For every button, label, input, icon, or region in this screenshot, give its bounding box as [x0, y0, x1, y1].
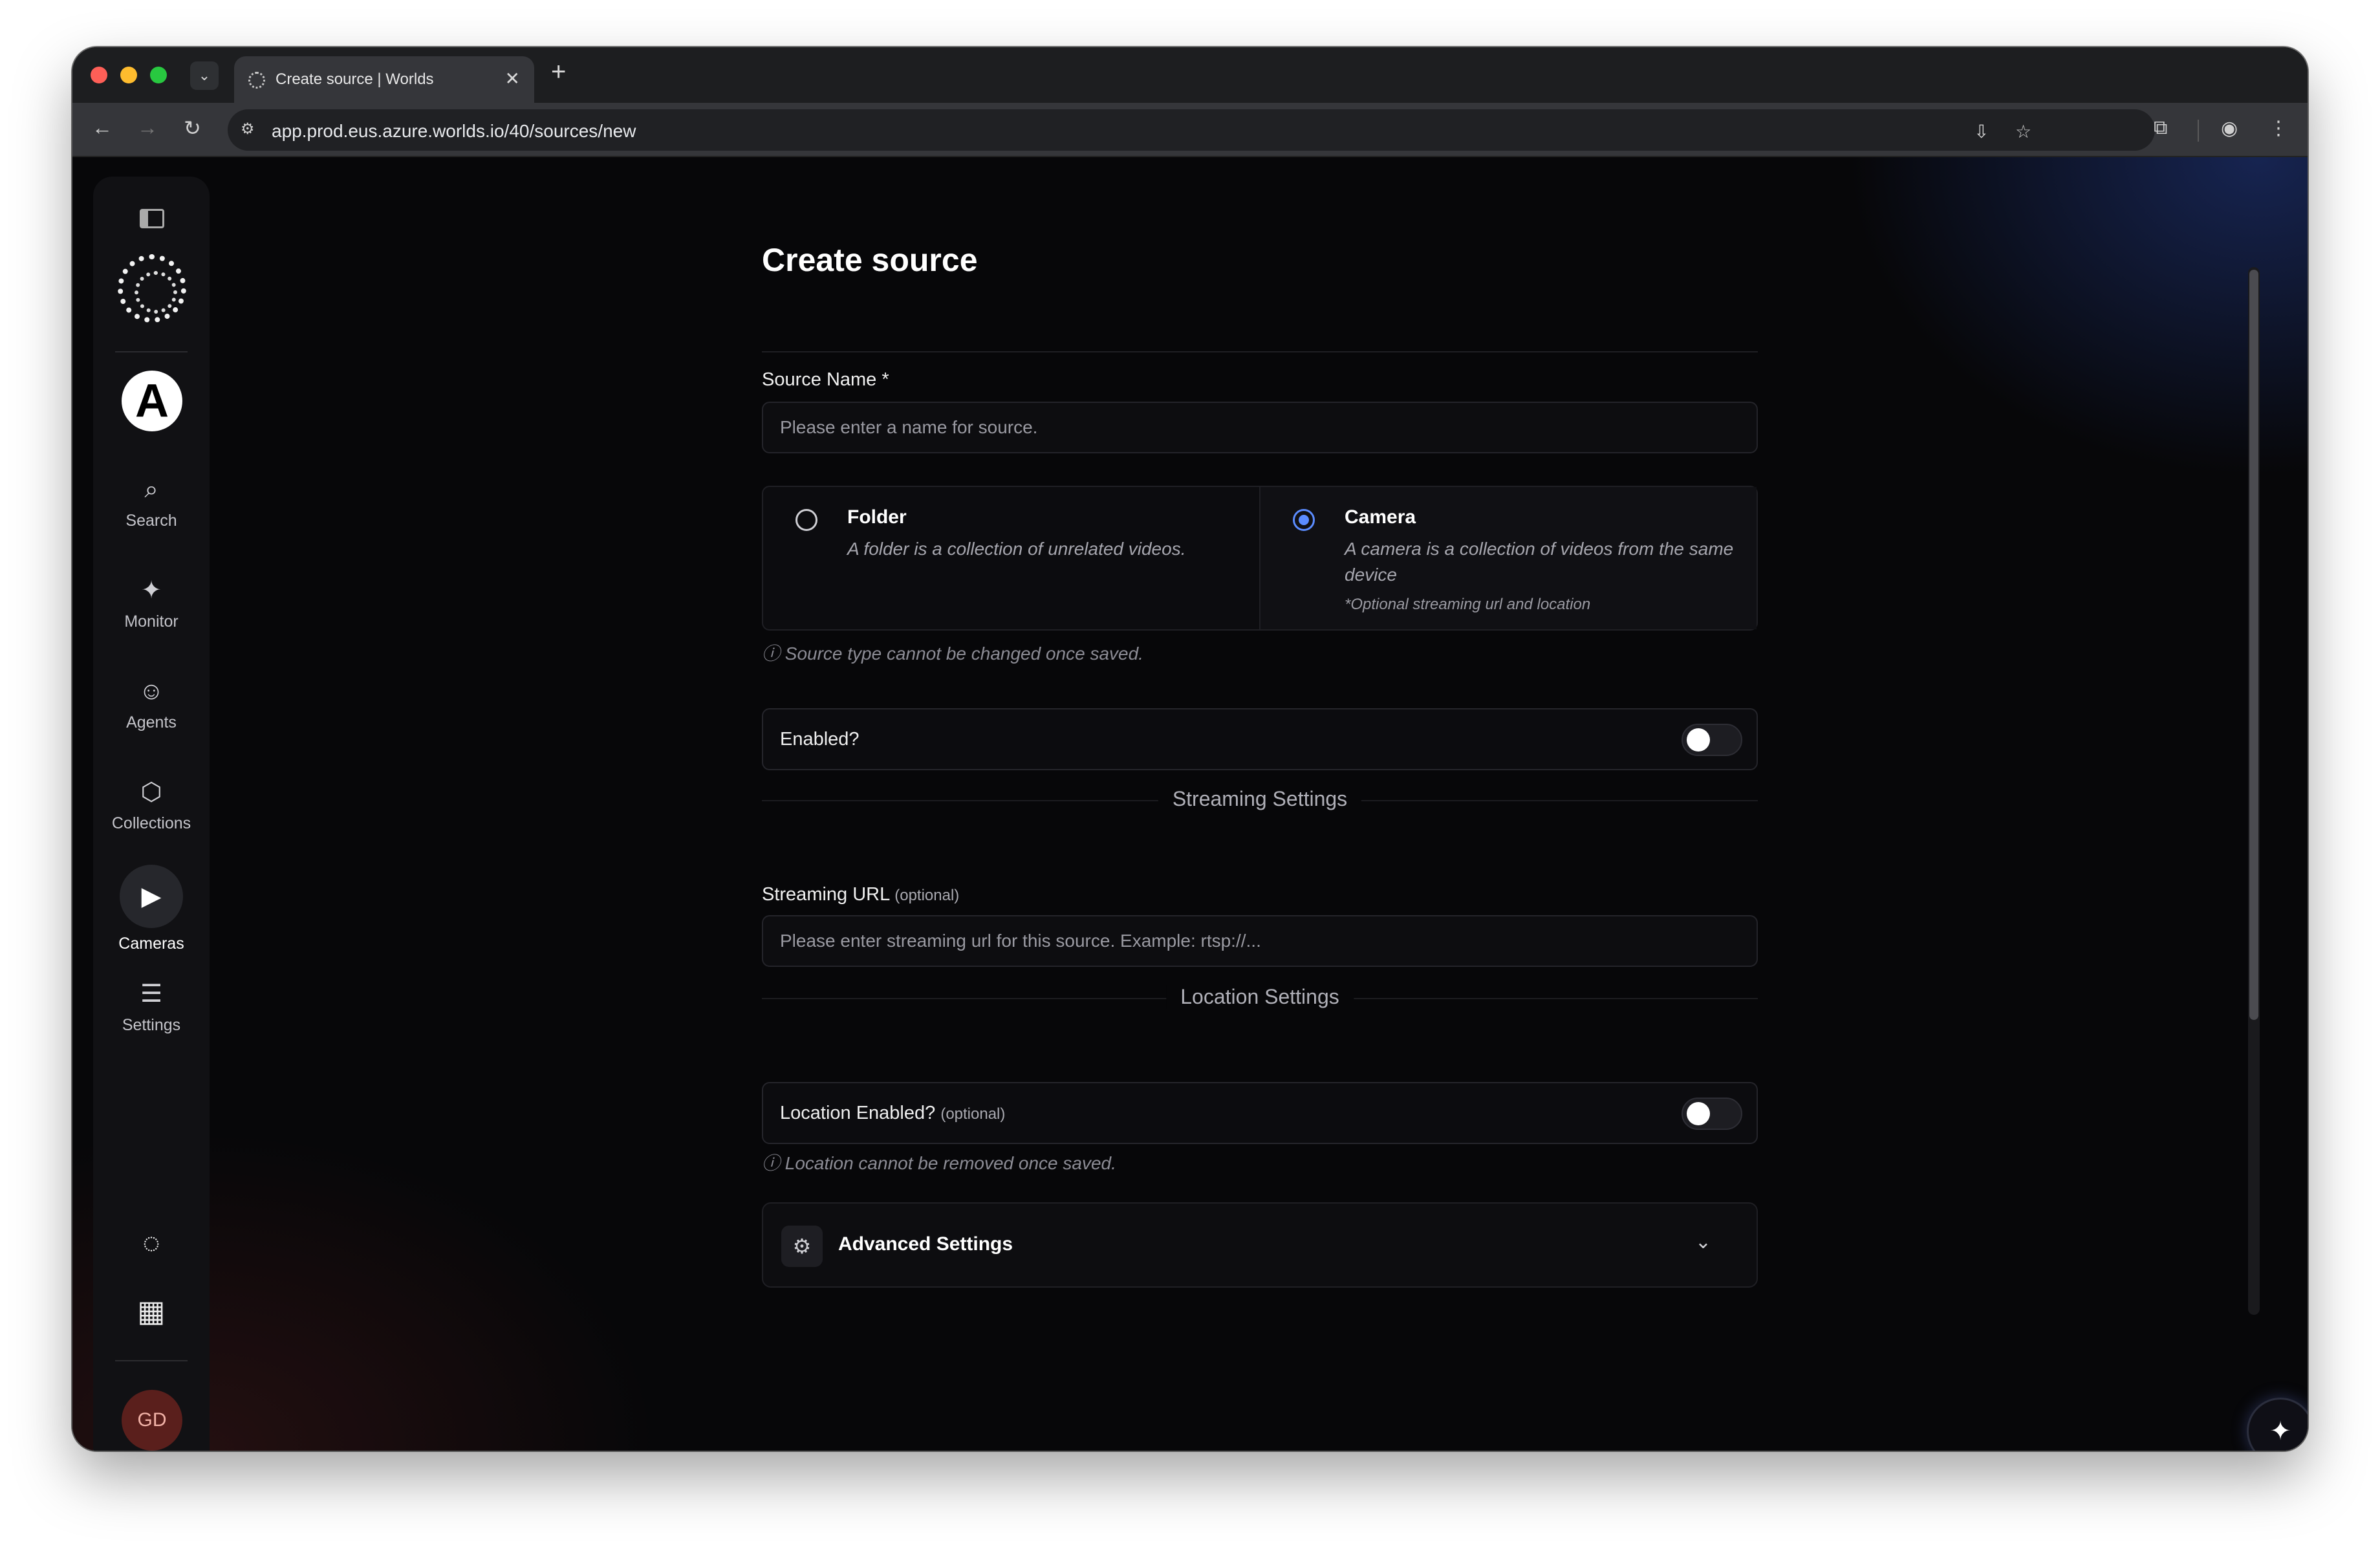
page-title: Create source: [762, 242, 978, 278]
source-name-input[interactable]: [762, 402, 1758, 453]
assistant-button[interactable]: ✦: [2247, 1398, 2308, 1451]
folder-radio[interactable]: [795, 509, 817, 531]
enabled-row: Enabled?: [762, 708, 1758, 770]
user-avatar[interactable]: GD: [122, 1390, 182, 1451]
sliders-icon: ☰: [140, 980, 163, 1008]
source-type-folder[interactable]: Folder A folder is a collection of unrel…: [763, 487, 1259, 629]
close-window-button[interactable]: [91, 67, 107, 83]
location-enabled-label-text: Location Enabled?: [780, 1103, 936, 1123]
source-type-group: Folder A folder is a collection of unrel…: [762, 486, 1758, 631]
browser-menu-icon[interactable]: ⋮: [2269, 117, 2288, 140]
sidebar-item-search[interactable]: ⌕ Search: [93, 474, 210, 530]
enabled-label: Enabled?: [780, 729, 860, 750]
sparkle-icon: ✦: [2269, 1417, 2291, 1445]
sidebar-item-label: Agents: [126, 713, 177, 731]
extensions-icon[interactable]: ⧉: [2154, 117, 2167, 139]
section-heading: Location Settings: [1166, 985, 1354, 1009]
streaming-url-label-text: Streaming URL: [762, 884, 890, 905]
worlds-logo[interactable]: [118, 254, 186, 323]
worlds-favicon-icon: [248, 72, 265, 89]
streaming-url-label: Streaming URL (optional): [762, 884, 959, 905]
org-avatar[interactable]: A: [122, 371, 182, 431]
browser-tab[interactable]: Create source | Worlds ✕: [234, 56, 534, 103]
browser-window: ⌄ Create source | Worlds ✕ + ← → ↻ ⚙ app…: [72, 47, 2308, 1451]
cube-icon: ⬡: [140, 779, 162, 806]
location-hint: ⓘ Location cannot be removed once saved.: [762, 1153, 1116, 1173]
bookmark-star-icon[interactable]: ☆: [2015, 121, 2031, 142]
advanced-settings-label: Advanced Settings: [838, 1233, 1013, 1255]
url-text[interactable]: app.prod.eus.azure.worlds.io/40/sources/…: [272, 121, 636, 142]
chevron-down-icon: ⌄: [1694, 1231, 1711, 1253]
forward-icon[interactable]: →: [137, 116, 158, 140]
camera-radio[interactable]: [1293, 509, 1315, 531]
source-name-label: Source Name *: [762, 369, 889, 390]
minimize-window-button[interactable]: [120, 67, 137, 83]
create-source-form: Create source Source Name * Folder A fol…: [762, 157, 1758, 1451]
source-type-hint: ⓘ Source type cannot be changed once sav…: [762, 644, 1143, 664]
sidebar: A ⌕ Search ✦ Monitor ☺ Agents ⬡ Collecti…: [93, 177, 210, 1451]
sidebar-item-settings[interactable]: ☰ Settings: [93, 979, 210, 1035]
enabled-toggle[interactable]: [1682, 724, 1742, 756]
option-title: Camera: [1345, 506, 1416, 528]
close-tab-icon[interactable]: ✕: [505, 68, 520, 89]
optional-tag: (optional): [940, 1105, 1006, 1123]
source-type-camera[interactable]: Camera A camera is a collection of video…: [1259, 487, 1757, 629]
location-enabled-label: Location Enabled? (optional): [780, 1103, 1005, 1124]
location-enabled-toggle[interactable]: [1682, 1098, 1742, 1130]
sidebar-item-cameras[interactable]: ▶ Cameras: [93, 865, 210, 953]
option-note: *Optional streaming url and location: [1345, 596, 1591, 613]
tab-strip: ⌄ Create source | Worlds ✕ +: [72, 47, 2308, 103]
new-tab-button[interactable]: +: [551, 58, 566, 87]
search-icon: ⌕: [144, 476, 158, 503]
sidebar-divider: [115, 351, 188, 352]
reload-icon[interactable]: ↻: [184, 116, 201, 140]
streaming-settings-divider: Streaming Settings: [762, 787, 1758, 813]
sidebar-item-agents[interactable]: ☺ Agents: [93, 676, 210, 732]
address-bar[interactable]: ⚙ app.prod.eus.azure.worlds.io/40/source…: [228, 109, 2155, 151]
section-heading: Streaming Settings: [1158, 787, 1362, 811]
title-divider: [762, 351, 1758, 352]
location-enabled-row: Location Enabled? (optional): [762, 1082, 1758, 1144]
tab-search-button[interactable]: ⌄: [190, 61, 219, 90]
streaming-url-input[interactable]: [762, 915, 1758, 967]
sidebar-divider: [115, 1360, 188, 1361]
option-description: A folder is a collection of unrelated vi…: [847, 539, 1186, 559]
sidebar-item-label: Collections: [111, 814, 191, 832]
app-content: A ⌕ Search ✦ Monitor ☺ Agents ⬡ Collecti…: [72, 157, 2308, 1451]
sidebar-item-label: Search: [125, 512, 177, 530]
scrollbar-thumb[interactable]: [2249, 270, 2258, 1020]
toolbar-divider: [2198, 120, 2199, 142]
option-title: Folder: [847, 506, 907, 528]
chevron-down-icon: ⌄: [198, 67, 211, 83]
option-description: A camera is a collection of videos from …: [1345, 539, 1734, 585]
maximize-window-button[interactable]: [150, 67, 167, 83]
monitor-icon: ✦: [141, 577, 162, 604]
building-icon[interactable]: ▦: [132, 1292, 171, 1330]
sidebar-item-label: Settings: [122, 1016, 181, 1034]
browser-toolbar: ← → ↻ ⚙ app.prod.eus.azure.worlds.io/40/…: [72, 103, 2308, 157]
site-info-icon[interactable]: ⚙: [241, 120, 261, 140]
install-app-icon[interactable]: ⇩: [1974, 121, 1989, 142]
sidebar-toggle-icon[interactable]: [140, 209, 164, 228]
tab-title: Create source | Worlds: [276, 70, 434, 88]
back-icon[interactable]: ←: [92, 116, 113, 140]
loading-spinner-icon[interactable]: ◌: [132, 1223, 171, 1262]
advanced-settings-accordion[interactable]: ⚙ Advanced Settings ⌄: [762, 1202, 1758, 1288]
sidebar-item-monitor[interactable]: ✦ Monitor: [93, 575, 210, 631]
sidebar-item-label: Cameras: [118, 935, 184, 953]
location-settings-divider: Location Settings: [762, 985, 1758, 1011]
robot-icon: ☺: [138, 678, 164, 705]
sidebar-item-collections[interactable]: ⬡ Collections: [93, 777, 210, 833]
camera-icon: ▶: [120, 865, 183, 928]
sidebar-item-label: Monitor: [124, 612, 178, 631]
profile-icon[interactable]: ◉: [2221, 117, 2238, 140]
gear-icon: ⚙: [781, 1226, 823, 1267]
optional-tag: (optional): [894, 887, 960, 904]
